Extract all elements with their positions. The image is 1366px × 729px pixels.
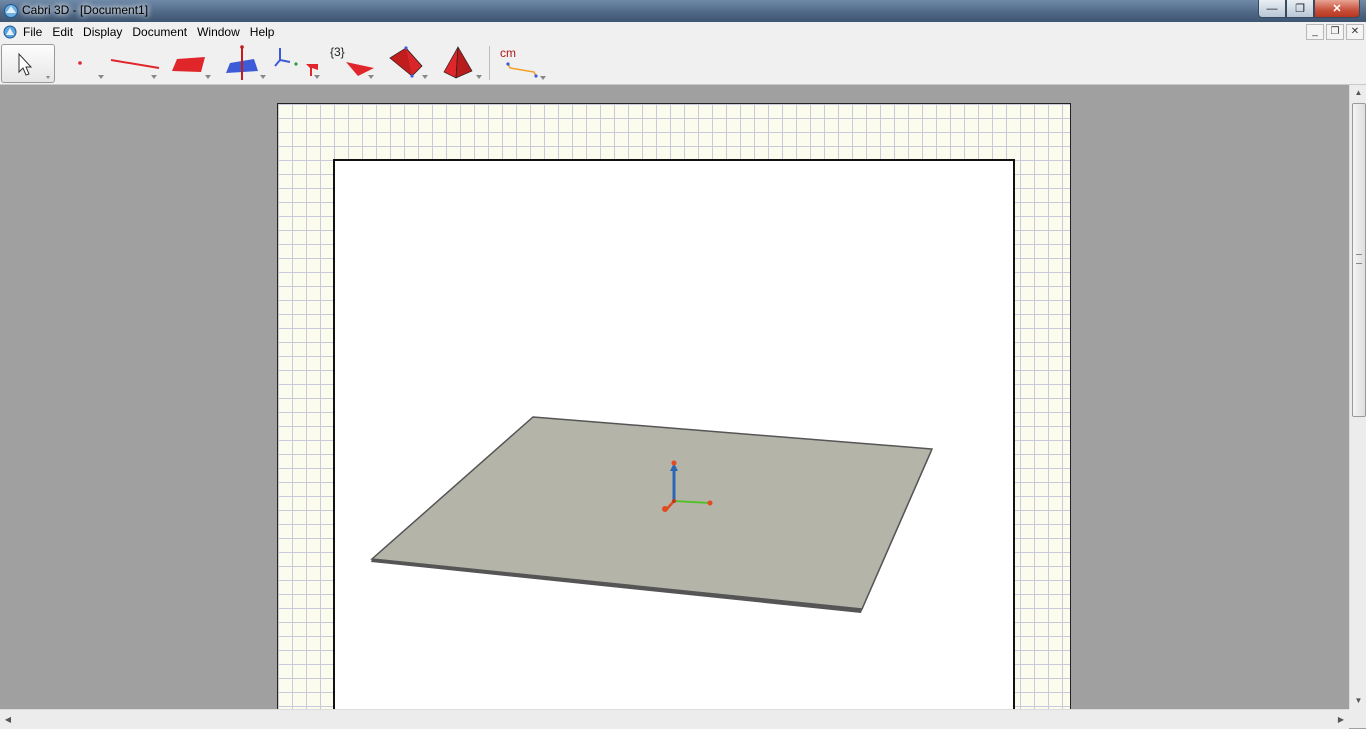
doc-restore-button[interactable]: ❐: [1326, 24, 1344, 40]
surfaces-tool-button[interactable]: [168, 44, 216, 82]
3d-scene[interactable]: [335, 161, 1013, 709]
measurement-tool-button[interactable]: [498, 44, 550, 82]
measure-cm-icon: [506, 62, 546, 80]
document-page: [277, 103, 1071, 709]
menu-help[interactable]: Help: [245, 22, 280, 42]
pointer-tool-button[interactable]: [1, 44, 55, 83]
point-icon: [78, 61, 104, 79]
workspace[interactable]: [0, 85, 1349, 709]
points-tool-button[interactable]: [64, 44, 110, 82]
doc-close-button[interactable]: ✕: [1346, 24, 1364, 40]
polygon-icon: [346, 62, 374, 79]
grip-icon: [1356, 254, 1362, 264]
menu-edit[interactable]: Edit: [47, 22, 78, 42]
scroll-right-arrow[interactable]: ▶: [1333, 710, 1349, 729]
window-minimize-button[interactable]: —: [1258, 0, 1286, 18]
regular-polygons-tool-button[interactable]: [330, 44, 380, 82]
scroll-up-arrow[interactable]: ▲: [1350, 85, 1366, 101]
title-bar: Cabri 3D - [Document1] — ❐ ✕: [0, 0, 1366, 22]
scroll-left-arrow[interactable]: ◀: [0, 710, 16, 729]
doc-minimize-button[interactable]: _: [1306, 24, 1324, 40]
pyramid-icon: [443, 45, 482, 79]
plane-icon: [172, 57, 211, 79]
menu-bar: File Edit Display Document Window Help _…: [0, 22, 1366, 43]
polyhedron-icon: [389, 46, 428, 79]
base-plane: [370, 416, 934, 610]
regular-polyhedra-tool-button[interactable]: [436, 44, 488, 82]
document-icon[interactable]: [2, 24, 18, 40]
transformations-tool-button[interactable]: [272, 44, 326, 82]
toolbar: {3} cm: [0, 42, 1366, 85]
scrollbar-corner: [1349, 709, 1366, 728]
pointer-arrow-icon: [18, 52, 50, 79]
menu-file[interactable]: File: [18, 22, 47, 42]
vertical-scroll-thumb[interactable]: [1352, 103, 1366, 417]
menu-window[interactable]: Window: [192, 22, 245, 42]
perpendicular-icon: [226, 45, 266, 80]
3d-view[interactable]: [333, 159, 1015, 709]
axes-transform-icon: [274, 48, 320, 79]
scroll-down-arrow[interactable]: ▼: [1350, 693, 1366, 709]
curves-tool-button[interactable]: [108, 44, 162, 82]
relative-constructions-tool-button[interactable]: [222, 44, 272, 82]
toolbar-separator: [489, 46, 490, 80]
horizontal-scrollbar[interactable]: ◀ ▶: [0, 709, 1349, 729]
window-close-button[interactable]: ✕: [1314, 0, 1360, 18]
window-title: Cabri 3D - [Document1]: [22, 3, 149, 17]
menu-document[interactable]: Document: [127, 22, 192, 42]
cabri-app-icon: [4, 4, 18, 18]
polyhedra-tool-button[interactable]: [382, 44, 434, 82]
line-icon: [110, 59, 160, 79]
menu-display[interactable]: Display: [78, 22, 127, 42]
vertical-scrollbar[interactable]: ▲ ▼: [1349, 85, 1366, 709]
window-maximize-button[interactable]: ❐: [1286, 0, 1314, 18]
